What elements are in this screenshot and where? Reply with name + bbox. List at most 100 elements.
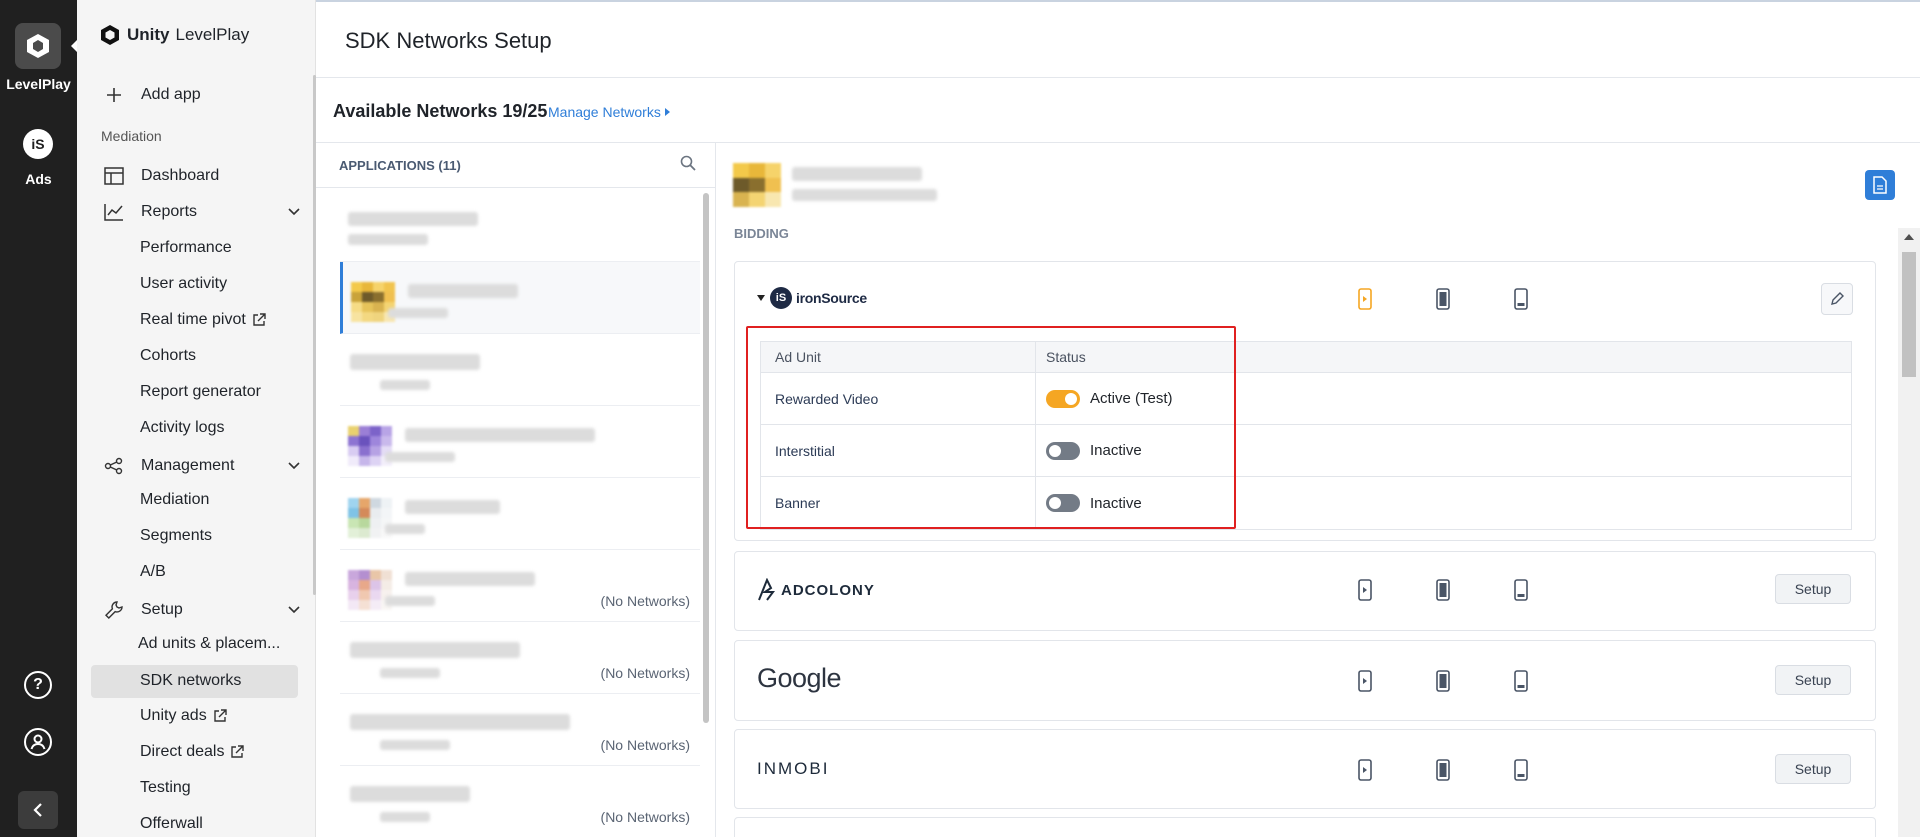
status-column-header: Status: [1046, 349, 1086, 365]
blurred-app-name: [350, 786, 470, 802]
ad-format-icons: [1355, 758, 1531, 782]
user-account-icon[interactable]: [24, 728, 52, 756]
scrollbar-thumb[interactable]: [1902, 252, 1916, 377]
nav-item-report-generator[interactable]: Report generator: [140, 383, 261, 401]
nav-item-user-activity[interactable]: User activity: [140, 275, 227, 293]
bidding-section-label: BIDDING: [734, 226, 789, 241]
adcolony-setup-button[interactable]: Setup: [1775, 574, 1851, 604]
manage-networks-link[interactable]: Manage Networks: [548, 104, 670, 120]
applications-panel: APPLICATIONS (11) (No Networks) (No Netw…: [316, 143, 716, 837]
help-icon[interactable]: ?: [24, 671, 52, 699]
column-divider: [1035, 373, 1036, 424]
edit-network-button[interactable]: [1821, 283, 1853, 315]
app-list-item[interactable]: [340, 334, 700, 406]
interstitial-toggle[interactable]: [1046, 441, 1080, 460]
app-list-item[interactable]: (No Networks): [340, 622, 700, 694]
levelplay-rail-label: LevelPlay: [6, 76, 71, 92]
status-text: Inactive: [1090, 442, 1142, 459]
blurred-app-meta: [380, 812, 430, 822]
direct-deals-label: Direct deals: [140, 743, 225, 760]
product-rail: LevelPlay iS Ads ?: [0, 0, 79, 837]
nav-item-setup[interactable]: Setup: [103, 599, 300, 621]
nav-item-performance[interactable]: Performance: [140, 239, 232, 257]
nav-item-dashboard[interactable]: Dashboard: [103, 165, 219, 187]
nav-item-segments[interactable]: Segments: [140, 527, 212, 545]
nav-item-mediation[interactable]: Mediation: [140, 491, 209, 509]
app-list-item[interactable]: (No Networks): [340, 694, 700, 766]
nav-item-real-time-pivot[interactable]: Real time pivot: [140, 311, 266, 329]
add-app-label: Add app: [141, 86, 201, 103]
nav-item-activity-logs[interactable]: Activity logs: [140, 419, 224, 437]
add-app-button[interactable]: Add app: [103, 84, 201, 106]
blurred-app-meta: [348, 234, 428, 245]
column-divider: [1035, 477, 1036, 529]
search-icon[interactable]: [680, 155, 696, 171]
unity-ads-label: Unity ads: [140, 707, 207, 724]
applications-scrollbar[interactable]: [703, 193, 709, 723]
blurred-app-name: [405, 500, 500, 514]
nav-item-unity-ads[interactable]: Unity ads: [140, 707, 227, 725]
nav-item-offerwall[interactable]: Offerwall: [140, 815, 203, 833]
chart-line-icon: [103, 201, 125, 223]
dashboard-icon: [103, 165, 125, 187]
nav-item-direct-deals[interactable]: Direct deals: [140, 743, 245, 761]
levelplay-product-button[interactable]: [15, 23, 61, 69]
app-list-item[interactable]: (No Networks): [340, 550, 700, 622]
inmobi-setup-button[interactable]: Setup: [1775, 754, 1851, 784]
applications-title: APPLICATIONS (11): [339, 158, 461, 173]
chevron-down-icon: [288, 208, 300, 216]
nav-item-ab[interactable]: A/B: [140, 563, 166, 581]
ironsource-ads-icon[interactable]: iS: [23, 129, 53, 159]
status-cell: Inactive: [1046, 494, 1142, 512]
app-list-item[interactable]: [340, 478, 700, 550]
real-time-pivot-label: Real time pivot: [140, 311, 246, 328]
google-setup-button[interactable]: Setup: [1775, 665, 1851, 695]
ad-unit-column-header: Ad Unit: [775, 349, 821, 365]
banner-format-icon: [1511, 669, 1531, 693]
interstitial-format-icon: [1433, 758, 1453, 782]
chevron-down-icon: [288, 462, 300, 470]
banner-format-icon: [1511, 578, 1531, 602]
unity-cube-icon: [27, 34, 49, 58]
ad-unit-name: Interstitial: [775, 442, 835, 459]
app-list-item[interactable]: (No Networks): [340, 766, 700, 837]
rewarded-video-toggle[interactable]: [1046, 389, 1080, 408]
interstitial-format-icon: [1433, 287, 1453, 311]
collapse-sidebar-button[interactable]: [18, 791, 58, 829]
table-header-row: Ad Unit Status: [761, 342, 1851, 373]
unity-logo-icon: [101, 25, 119, 45]
blurred-app-meta: [385, 452, 455, 462]
external-link-icon: [231, 745, 245, 758]
network-card-google: Google Setup: [734, 640, 1876, 721]
export-document-button[interactable]: [1865, 170, 1895, 200]
nav-item-reports[interactable]: Reports: [103, 201, 300, 223]
ironsource-logo[interactable]: iS ironSource: [757, 287, 867, 309]
no-networks-label: (No Networks): [600, 593, 690, 609]
brand-logo: Unity LevelPlay: [99, 24, 249, 46]
caret-down-icon[interactable]: [757, 295, 765, 301]
nav-item-ad-units[interactable]: Ad units & placem...: [138, 635, 280, 653]
nav-item-management[interactable]: Management: [103, 455, 300, 477]
management-label: Management: [141, 457, 235, 474]
ad-unit-status-table: Ad Unit Status Rewarded Video Active (Te…: [760, 341, 1852, 530]
nav-item-testing[interactable]: Testing: [140, 779, 191, 797]
table-row: Interstitial Inactive: [761, 425, 1851, 477]
blurred-app-meta: [385, 524, 425, 534]
network-card-ironsource: iS ironSource Ad Unit Status Rewarded Vi…: [734, 261, 1876, 541]
wrench-icon: [103, 599, 125, 621]
manage-networks-label: Manage Networks: [548, 104, 661, 120]
banner-format-icon: [1511, 758, 1531, 782]
nav-item-sdk-networks[interactable]: SDK networks: [140, 672, 241, 690]
page-title: SDK Networks Setup: [345, 28, 552, 53]
page-header: SDK Networks Setup: [316, 2, 1920, 78]
banner-toggle[interactable]: [1046, 494, 1080, 512]
app-list-item[interactable]: [340, 190, 700, 262]
external-link-icon: [214, 709, 227, 722]
detail-scrollbar[interactable]: [1898, 228, 1920, 837]
app-list-item[interactable]: [340, 406, 700, 478]
app-list-item-selected[interactable]: [340, 262, 700, 334]
ad-unit-name: Banner: [775, 495, 821, 511]
nav-item-cohorts[interactable]: Cohorts: [140, 347, 196, 365]
no-networks-label: (No Networks): [600, 665, 690, 681]
scroll-up-arrow-icon[interactable]: [1904, 234, 1914, 240]
